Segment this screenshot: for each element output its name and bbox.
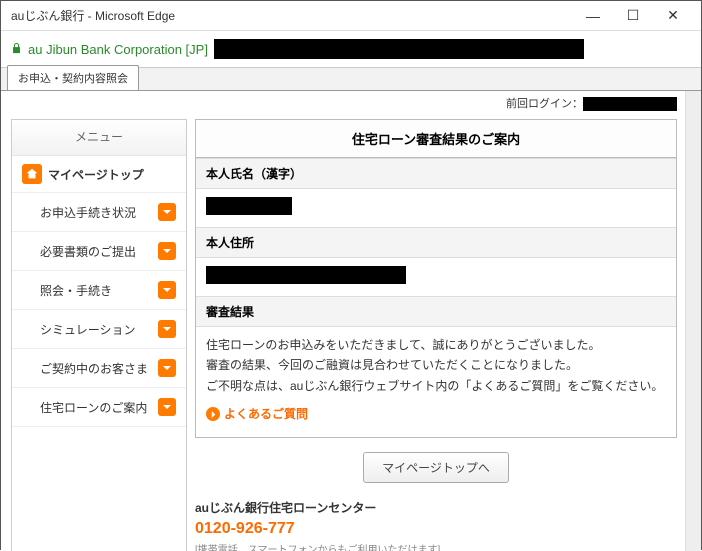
result-line: 住宅ローンのお申込みをいただきまして、誠にありがとうございました。 xyxy=(206,335,666,355)
section-name-header: 本人氏名（漢字） xyxy=(196,158,676,189)
sidebar-item-label: 住宅ローンのご案内 xyxy=(22,399,147,416)
sidebar-item-label: 照会・手続き xyxy=(22,282,112,299)
last-login-redacted xyxy=(583,97,677,111)
sidebar-item-documents[interactable]: 必要書類のご提出 xyxy=(12,232,186,271)
loan-center-info: auじぶん銀行住宅ローンセンター 0120-926-777 [携帯電話、スマート… xyxy=(195,499,677,551)
arrow-right-icon xyxy=(206,407,220,421)
back-to-mypage-button[interactable]: マイページトップへ xyxy=(363,452,509,483)
scrollbar[interactable] xyxy=(685,91,701,551)
home-icon xyxy=(22,164,42,184)
sidebar-header: メニュー xyxy=(12,120,186,156)
content-area: 前回ログイン： メニュー マイページトップ お申込手続き状況 必要書類のご提出 xyxy=(1,91,701,551)
address-bar: au Jibun Bank Corporation [JP] xyxy=(1,31,701,67)
window-minimize-button[interactable]: — xyxy=(573,1,613,31)
last-login-line: 前回ログイン： xyxy=(1,91,701,111)
sidebar-item-loan-guide[interactable]: 住宅ローンのご案内 xyxy=(12,388,186,427)
window-close-button[interactable]: ✕ xyxy=(653,1,693,31)
sidebar-item-label: ご契約中のお客さま xyxy=(22,360,148,377)
chevron-down-icon xyxy=(158,203,176,221)
chevron-down-icon xyxy=(158,242,176,260)
name-redacted xyxy=(206,197,292,215)
result-line: ご不明な点は、auじぶん銀行ウェブサイト内の「よくあるご質問」をご覧ください。 xyxy=(206,376,666,396)
sidebar-item-contracted[interactable]: ご契約中のお客さま xyxy=(12,349,186,388)
result-line: 審査の結果、今回のご融資は見合わせていただくことになりました。 xyxy=(206,355,666,375)
chevron-down-icon xyxy=(158,359,176,377)
window-maximize-button[interactable]: ☐ xyxy=(613,1,653,31)
chevron-down-icon xyxy=(158,398,176,416)
window-titlebar: auじぶん銀行 - Microsoft Edge — ☐ ✕ xyxy=(1,1,701,31)
panel-title: 住宅ローン審査結果のご案内 xyxy=(196,120,676,158)
chevron-down-icon xyxy=(158,281,176,299)
window-title: auじぶん銀行 - Microsoft Edge xyxy=(11,7,573,24)
sidebar-item-mypage-top[interactable]: マイページトップ xyxy=(12,156,186,193)
last-login-label: 前回ログイン： xyxy=(506,98,583,110)
sidebar-item-label: シミュレーション xyxy=(22,321,136,338)
chevron-down-icon xyxy=(158,320,176,338)
site-identity[interactable]: au Jibun Bank Corporation [JP] xyxy=(28,42,208,57)
sidebar-item-label: マイページトップ xyxy=(48,166,144,183)
page-tabstrip: お申込・契約内容照会 xyxy=(1,67,701,91)
sidebar: メニュー マイページトップ お申込手続き状況 必要書類のご提出 照会・手続き xyxy=(11,119,187,551)
sidebar-item-inquiry[interactable]: 照会・手続き xyxy=(12,271,186,310)
tab-application[interactable]: お申込・契約内容照会 xyxy=(7,65,139,90)
section-result-header: 審査結果 xyxy=(196,296,676,327)
faq-link[interactable]: よくあるご質問 xyxy=(206,404,308,424)
sidebar-item-simulation[interactable]: シミュレーション xyxy=(12,310,186,349)
main-column: 住宅ローン審査結果のご案内 本人氏名（漢字） 本人住所 審査結果 住宅ローンのお… xyxy=(195,119,677,551)
url-redacted xyxy=(214,39,584,59)
sidebar-item-label: 必要書類のご提出 xyxy=(22,243,136,260)
sidebar-item-label: お申込手続き状況 xyxy=(22,204,136,221)
lock-icon xyxy=(11,42,22,57)
result-body: 住宅ローンのお申込みをいただきまして、誠にありがとうございました。 審査の結果、… xyxy=(196,327,676,437)
center-title: auじぶん銀行住宅ローンセンター xyxy=(195,499,677,516)
sidebar-item-status[interactable]: お申込手続き状況 xyxy=(12,193,186,232)
section-address-header: 本人住所 xyxy=(196,227,676,258)
address-redacted xyxy=(206,266,406,284)
faq-link-label: よくあるご質問 xyxy=(224,404,308,424)
center-note: [携帯電話、スマートフォンからもご利用いただけます] xyxy=(195,541,677,551)
result-panel: 住宅ローン審査結果のご案内 本人氏名（漢字） 本人住所 審査結果 住宅ローンのお… xyxy=(195,119,677,438)
center-phone: 0120-926-777 xyxy=(195,520,677,538)
